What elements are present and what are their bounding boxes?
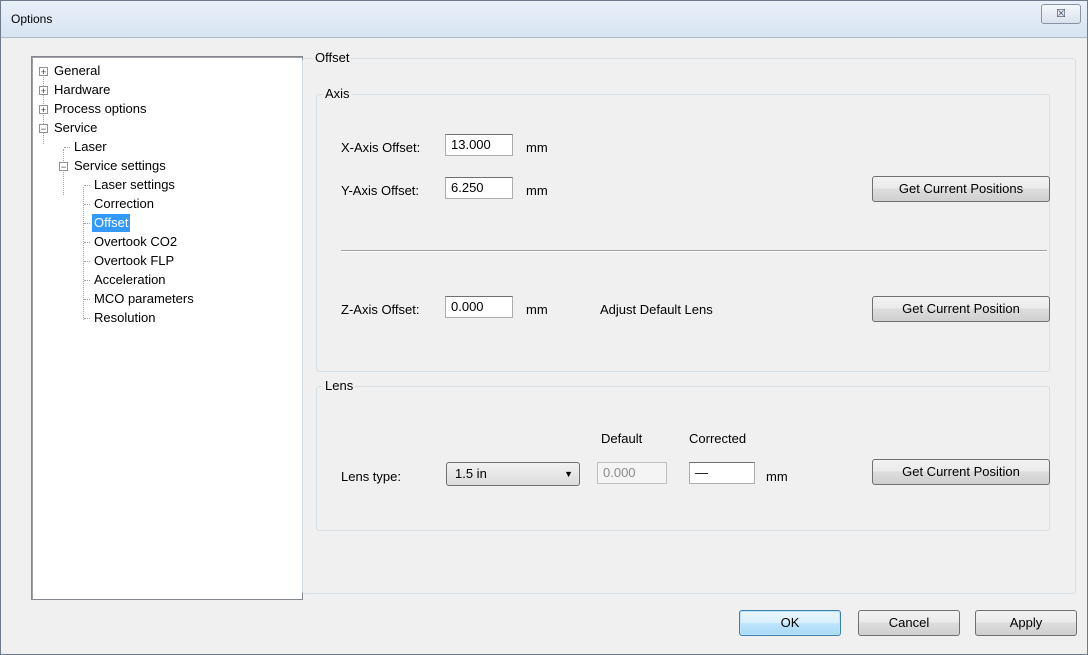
options-tree[interactable]: + General + Hardware + Process options −… xyxy=(31,56,303,600)
x-axis-offset-input[interactable]: 13.000 xyxy=(445,134,513,156)
offset-group-title: Offset xyxy=(313,50,352,65)
y-axis-unit: mm xyxy=(526,183,548,198)
lens-type-select[interactable]: 1.5 in ▼ xyxy=(446,462,580,486)
tree-item-label: Overtook FLP xyxy=(94,253,175,268)
x-axis-unit: mm xyxy=(526,140,548,155)
tree-connector xyxy=(84,299,90,300)
tree-item-label: Acceleration xyxy=(94,272,166,287)
lens-type-label: Lens type: xyxy=(341,469,401,484)
axis-group xyxy=(316,94,1050,372)
get-current-position-button[interactable]: Get Current Position xyxy=(872,296,1050,322)
dropdown-arrow-icon: ▼ xyxy=(564,469,573,479)
z-axis-offset-label: Z-Axis Offset: xyxy=(341,302,420,317)
tree-connector xyxy=(84,318,90,319)
tree-connector xyxy=(64,147,70,148)
z-axis-unit: mm xyxy=(526,302,548,317)
close-icon[interactable]: ☒ xyxy=(1041,4,1081,24)
tree-item-label: Correction xyxy=(94,196,154,211)
tree-item-label: Process options xyxy=(54,101,147,116)
collapse-icon[interactable]: − xyxy=(39,124,48,134)
cancel-button[interactable]: Cancel xyxy=(858,610,960,636)
tree-item-label: MCO parameters xyxy=(94,291,194,306)
ok-button[interactable]: OK xyxy=(739,610,841,636)
title-bar: Options ☒ xyxy=(1,1,1087,38)
tree-item-label: General xyxy=(54,63,101,78)
options-window: Options ☒ + General + Hardware + Process… xyxy=(0,0,1088,655)
tree-connector xyxy=(84,242,90,243)
lens-get-current-position-button[interactable]: Get Current Position xyxy=(872,459,1050,485)
tree-item-label: Offset xyxy=(92,214,131,232)
expand-icon[interactable]: + xyxy=(39,105,48,115)
collapse-icon[interactable]: − xyxy=(59,162,68,172)
tree-item-label: Hardware xyxy=(54,82,111,97)
tree-connector xyxy=(83,187,84,320)
tree-connector xyxy=(84,204,90,205)
tree-item-label: Laser xyxy=(74,139,107,154)
expand-icon[interactable]: + xyxy=(39,86,48,96)
tree-connector xyxy=(84,280,90,281)
lens-unit: mm xyxy=(766,469,788,484)
tree-connector xyxy=(84,185,90,186)
corrected-column-header: Corrected xyxy=(689,431,747,446)
z-axis-offset-input[interactable]: 0.000 xyxy=(445,296,513,318)
x-axis-offset-label: X-Axis Offset: xyxy=(341,140,421,155)
tree-item-label: Service xyxy=(54,120,98,135)
default-column-header: Default xyxy=(601,431,643,446)
tree-item-label: Service settings xyxy=(74,158,166,173)
y-axis-offset-label: Y-Axis Offset: xyxy=(341,183,420,198)
lens-type-value: 1.5 in xyxy=(455,466,487,481)
y-axis-offset-input[interactable]: 6.250 xyxy=(445,177,513,199)
dialog-body: + General + Hardware + Process options −… xyxy=(12,38,1077,641)
tree-item-label: Laser settings xyxy=(94,177,175,192)
axis-group-title: Axis xyxy=(323,86,352,101)
tree-item-label: Resolution xyxy=(94,310,156,325)
window-title: Options xyxy=(11,12,53,26)
tree-item-label: Overtook CO2 xyxy=(94,234,178,249)
tree-connector xyxy=(84,261,90,262)
apply-button[interactable]: Apply xyxy=(975,610,1077,636)
default-lens-value: 0.000 xyxy=(597,462,667,484)
expand-icon[interactable]: + xyxy=(39,67,48,77)
corrected-lens-input[interactable]: — xyxy=(689,462,755,484)
axis-separator xyxy=(341,250,1047,252)
lens-group-title: Lens xyxy=(323,378,356,393)
tree-connector xyxy=(63,149,64,195)
adjust-default-lens-label: Adjust Default Lens xyxy=(600,302,713,317)
get-current-positions-button[interactable]: Get Current Positions xyxy=(872,176,1050,202)
tree-connector xyxy=(84,223,90,224)
